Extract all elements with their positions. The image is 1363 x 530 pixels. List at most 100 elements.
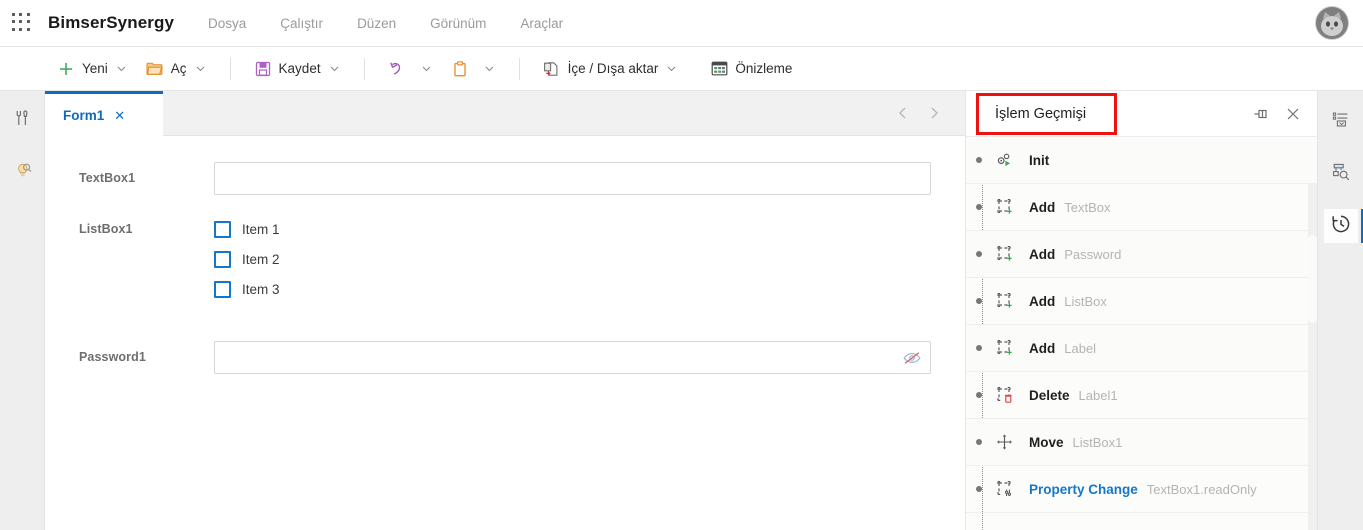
textbox1-label: TextBox1 [79,162,214,185]
ribbon-divider [230,58,231,80]
history-panel-actions [1253,106,1305,122]
timeline-dot [976,157,982,163]
inspect-panel-button[interactable] [1324,157,1358,191]
form-field-textbox1: TextBox1 [79,162,931,195]
import-export-button[interactable]: İçe / Dışa aktar [534,56,688,82]
form-field-password1: Password1 [79,341,931,374]
tab-form1[interactable]: Form1 ✕ [45,91,163,136]
list-item[interactable]: Item 2 [214,251,931,268]
property-icon [995,479,1015,499]
history-item-property-change[interactable]: Property Change TextBox1.readOnly [966,466,1317,513]
history-item-add-password[interactable]: Add Password [966,231,1317,278]
history-item-action: Add [1029,294,1055,309]
import-export-label: İçe / Dışa aktar [568,61,659,76]
preview-button[interactable]: Önizleme [701,56,801,82]
move-icon [995,432,1015,452]
paste-button[interactable] [442,56,505,82]
ribbon-group-edit [379,56,505,82]
timeline-dot [976,204,982,210]
ribbon-group-save: Kaydet [245,56,350,82]
history-scrollbar-thumb[interactable] [1308,235,1317,323]
menu-item-dosya[interactable]: Dosya [208,16,246,31]
chevron-right-icon[interactable] [927,106,941,120]
list-item[interactable]: Item 3 [214,281,931,298]
open-button-label: Aç [171,61,187,76]
menu-item-duzen[interactable]: Düzen [357,16,396,31]
checkbox-icon[interactable] [214,221,231,238]
textbox1-input[interactable] [215,163,930,194]
top-bar: BimserSynergy Dosya Çalıştır Düzen Görün… [0,0,1363,47]
chevron-down-icon[interactable] [483,62,496,75]
eye-slash-icon[interactable] [903,349,921,367]
properties-list-icon [1331,110,1351,135]
save-button[interactable]: Kaydet [245,56,350,82]
brand-title: BimserSynergy [48,13,174,33]
tab-navigation [895,91,965,135]
new-button[interactable]: Yeni [48,56,137,82]
chevron-down-icon[interactable] [665,62,678,75]
preview-button-label: Önizleme [735,61,792,76]
history-item-add-textbox[interactable]: Add TextBox [966,184,1317,231]
chevron-left-icon[interactable] [895,106,909,120]
history-item-action: Init [1029,153,1049,168]
menu-item-gorunum[interactable]: Görünüm [430,16,486,31]
ribbon-divider [364,58,365,80]
folder-open-icon [146,60,164,78]
ribbon-toolbar: Yeni Aç [0,47,1363,91]
undo-button[interactable] [379,56,442,82]
left-rail [0,91,45,530]
lightbulb-search-icon [11,159,33,186]
application-window: BimserSynergy Dosya Çalıştır Düzen Görün… [0,0,1363,530]
history-item-add-listbox[interactable]: Add ListBox [966,278,1317,325]
history-item-target: Label1 [1079,388,1118,403]
password1-input[interactable] [215,342,930,373]
checkbox-icon[interactable] [214,281,231,298]
history-scrollbar[interactable] [1308,183,1317,530]
history-item-target: Password [1064,247,1121,262]
inspect-hint-button[interactable] [7,157,37,187]
textbox1-input-wrap[interactable] [214,162,931,195]
history-item-action: Add [1029,200,1055,215]
app-grid-icon[interactable] [12,13,32,33]
list-item[interactable]: Item 1 [214,221,931,238]
pin-icon[interactable] [1253,106,1269,122]
history-item-move-listbox1[interactable]: Move ListBox1 [966,419,1317,466]
properties-panel-button[interactable] [1324,105,1358,139]
avatar[interactable] [1315,6,1349,40]
save-disk-icon [254,60,272,78]
open-button[interactable]: Aç [137,56,216,82]
new-button-label: Yeni [82,61,108,76]
main-menu: Dosya Çalıştır Düzen Görünüm Araçlar [208,16,563,31]
history-item-add-label[interactable]: Add Label [966,325,1317,372]
chevron-down-icon[interactable] [115,62,128,75]
close-icon[interactable] [1285,106,1301,122]
chevron-down-icon[interactable] [420,62,433,75]
chevron-down-icon[interactable] [194,62,207,75]
history-item-target: Label [1064,341,1096,356]
password1-input-wrap[interactable] [214,341,931,374]
history-list[interactable]: Init Add TextBox [966,137,1317,530]
menu-item-araclar[interactable]: Araçlar [520,16,563,31]
history-item-init[interactable]: Init [966,137,1317,184]
clipboard-icon [451,60,469,78]
close-icon[interactable]: ✕ [114,109,125,122]
history-panel-button[interactable] [1324,209,1358,243]
right-rail [1317,91,1363,530]
timeline-dot [976,251,982,257]
history-clock-icon [1330,213,1352,240]
import-export-icon [543,60,561,78]
ribbon-group-tools: İçe / Dışa aktar [534,56,802,82]
chevron-down-icon[interactable] [328,62,341,75]
tab-form1-label: Form1 [63,108,104,123]
history-item-target: ListBox1 [1073,435,1123,450]
history-item-delete-label1[interactable]: Delete Label1 [966,372,1317,419]
history-item-action: Add [1029,341,1055,356]
plus-icon [57,60,75,78]
save-button-label: Kaydet [279,61,321,76]
form-canvas: TextBox1 ListBox1 Item 1 [45,136,965,530]
toolbox-button[interactable] [7,105,37,135]
menu-item-calistir[interactable]: Çalıştır [280,16,323,31]
history-item-action: Property Change [1029,482,1138,497]
element-inspect-icon [1331,162,1351,187]
checkbox-icon[interactable] [214,251,231,268]
